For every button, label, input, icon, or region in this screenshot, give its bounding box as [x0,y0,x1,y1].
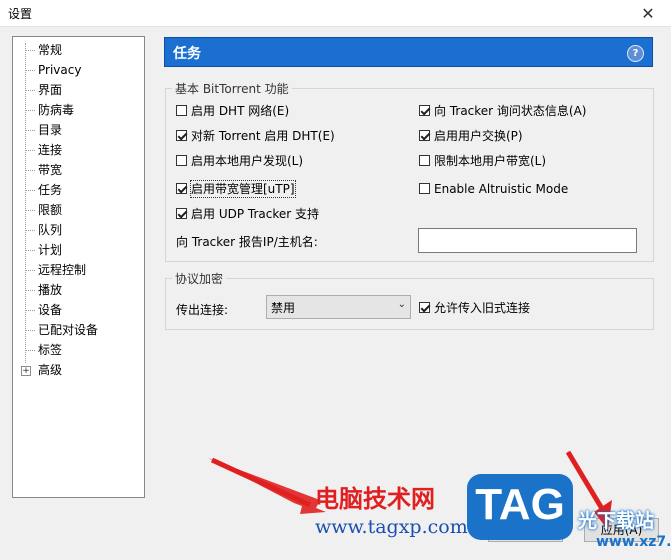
tree-connector [25,290,35,291]
help-icon[interactable]: ? [627,45,644,62]
tree-guide-line [25,43,26,363]
tree-item[interactable]: 常规 [38,41,62,59]
title-bar: 设置 ✕ [0,0,671,27]
tree-connector [25,70,35,71]
tree-connector [25,270,35,271]
panel-header: 任务 ? [164,37,653,67]
tree-connector [25,110,35,111]
outgoing-select[interactable]: 禁用 ⌄ [266,295,411,319]
chevron-down-icon: ⌄ [397,299,406,310]
checkbox-label: 启用 UDP Tracker 支持 [191,207,319,221]
arrow-right-shaft [565,450,607,514]
settings-tree[interactable]: 常规 Privacy 界面防病毒目录连接带宽任务限额队列计划远程控制播放设备已配对设… [12,36,145,498]
tree-connector [25,350,35,351]
tree-connector [25,190,35,191]
checkbox-box [419,302,430,313]
report-ip-input[interactable] [418,228,637,253]
checkbox-box [419,130,430,141]
tree-connector [25,50,35,51]
apply-button[interactable]: 应用(A) [584,518,659,542]
tree-item[interactable]: 计划 [38,241,62,259]
tree-connector [25,130,35,131]
checkbox-label: 启用用户交换(P) [434,129,523,143]
tree-item[interactable]: 带宽 [38,161,62,179]
tree-connector [25,150,35,151]
tree-connector [25,230,35,231]
tree-item[interactable]: 已配对设备 [38,321,98,339]
cancel-button[interactable]: 取消 [488,518,563,542]
checkbox-box [176,105,187,116]
checkbox-box [176,183,187,194]
page-title: 任务 [173,46,201,62]
tree-item[interactable]: 播放 [38,281,62,299]
checkbox-label: 启用带宽管理[uTP] [190,180,296,198]
checkbox-label: 启用 DHT 网络(E) [191,104,290,118]
bottom-bar [0,504,671,560]
arrow-left-shaft [210,457,312,508]
tree-item[interactable]: 远程控制 [38,261,86,279]
basic-group-legend: 基本 BitTorrent 功能 [175,82,289,96]
tree-item[interactable]: 设备 [38,301,62,319]
tree-item[interactable]: 防病毒 [38,101,74,119]
tree-connector [25,310,35,311]
tree-item[interactable]: 连接 [38,141,62,159]
expand-icon[interactable]: + [21,366,31,376]
tree-item[interactable]: 目录 [38,121,62,139]
checkbox-label: 限制本地用户带宽(L) [434,154,547,168]
checkbox-label: 向 Tracker 询问状态信息(A) [434,104,587,118]
tree-item[interactable]: 任务 [38,181,62,199]
report-ip-label: 向 Tracker 报告IP/主机名: [176,235,318,249]
tree-connector [25,210,35,211]
checkbox-box [419,105,430,116]
checkbox-label: Enable Altruistic Mode [434,182,569,196]
encryption-group-legend: 协议加密 [175,272,224,286]
checkbox-label: 启用本地用户发现(L) [191,154,304,168]
close-icon[interactable]: ✕ [625,0,671,26]
tree-item[interactable]: 界面 [38,81,62,99]
checkbox-label: 允许传入旧式连接 [434,301,531,315]
tree-connector [25,250,35,251]
outgoing-select-value: 禁用 [271,301,296,315]
checkbox-box [176,208,187,219]
checkbox-box [176,130,187,141]
tree-connector [25,90,35,91]
tree-item[interactable]: Privacy [38,61,81,79]
checkbox-label: 对新 Torrent 启用 DHT(E) [191,129,335,143]
tree-item[interactable]: 队列 [38,221,62,239]
tree-item[interactable]: 限额 [38,201,62,219]
tree-connector [25,170,35,171]
tree-item[interactable]: 高级 [38,361,62,379]
tree-item[interactable]: 标签 [38,341,62,359]
checkbox-box [419,155,430,166]
window-title: 设置 [8,7,33,21]
tree-connector [25,330,35,331]
checkbox-box [176,155,187,166]
outgoing-label: 传出连接: [176,303,229,317]
checkbox-box [419,183,430,194]
